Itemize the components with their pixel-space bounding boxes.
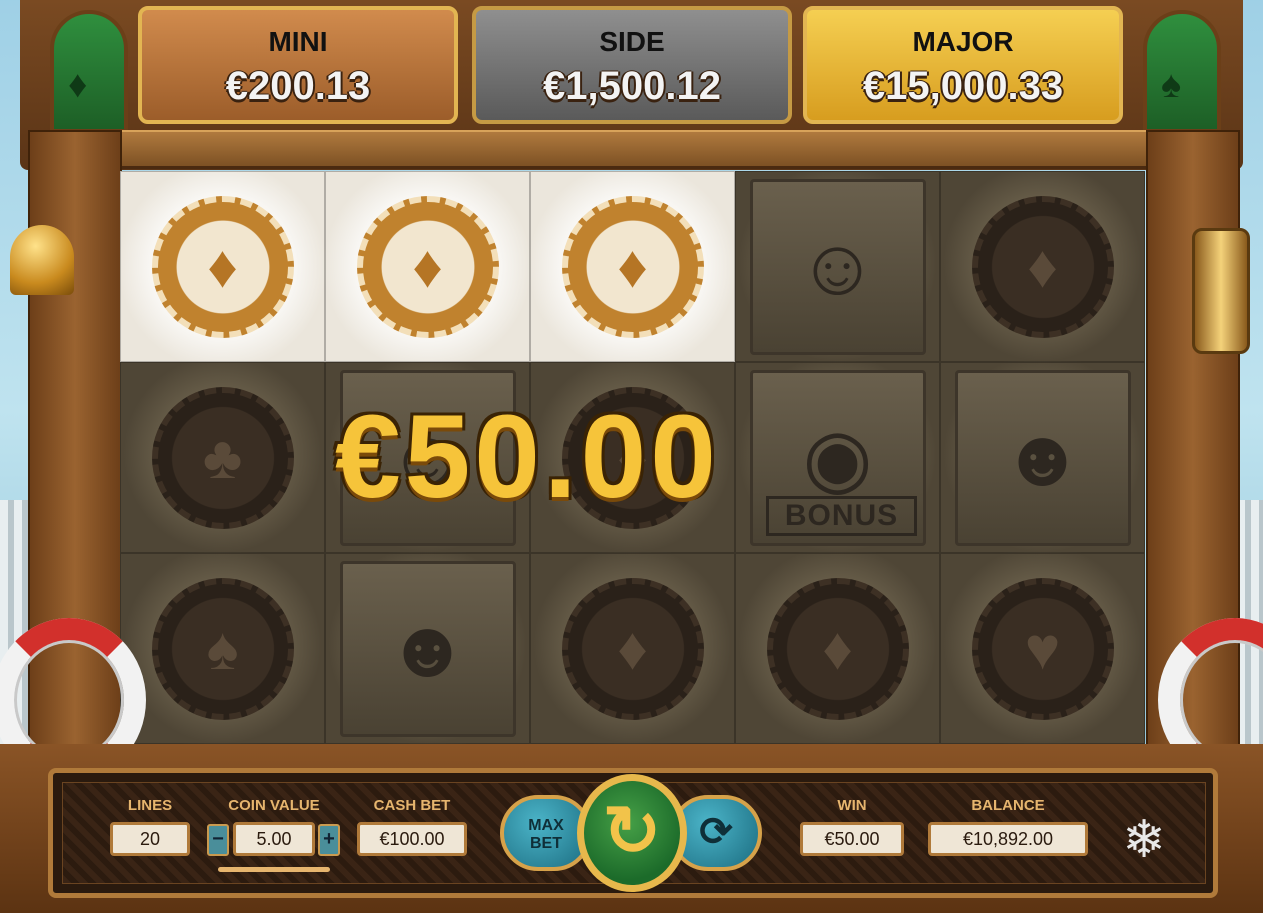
diamond-chip-icon: ♦: [971, 195, 1114, 338]
spin-button[interactable]: ↻: [577, 774, 687, 892]
cash-bet-label: CASH BET: [373, 797, 451, 814]
balance-label: BALANCE: [971, 797, 1045, 814]
lantern-icon: [1192, 228, 1250, 354]
cash-bet-value: €100.00: [357, 822, 467, 856]
diamond-chip-icon: ♦: [561, 195, 704, 338]
diamond-chip-icon: ♦: [766, 577, 909, 720]
reel-cell: ♦: [120, 171, 325, 362]
right-window: ♠: [1143, 10, 1221, 133]
reel-cell: ♠: [120, 553, 325, 744]
jackpot-side-label: SIDE: [599, 26, 665, 57]
win-label: WIN: [837, 797, 867, 814]
gentleman-portrait-icon: ☻: [954, 369, 1131, 546]
jackpot-side-value: €1,500.12: [543, 64, 721, 108]
diamond-chip-icon: ♦: [356, 195, 499, 338]
yggdrasil-logo-icon[interactable]: ❄: [1115, 810, 1173, 870]
autoplay-icon: ⟳: [699, 810, 733, 854]
jackpot-mini: MINI €200.13: [138, 6, 458, 124]
big-win-amount: €50.00: [335, 391, 720, 523]
win-value: €50.00: [800, 822, 904, 856]
diamond-deco-icon: ♦: [68, 64, 88, 106]
reel-cell: ♣: [120, 362, 325, 553]
jackpot-side: SIDE €1,500.12: [472, 6, 792, 124]
reel-cell: ♦: [735, 553, 940, 744]
coin-value-label: COIN VALUE: [228, 797, 320, 814]
coin-value-slider[interactable]: [218, 867, 330, 872]
reel-cell: ♦: [530, 553, 735, 744]
jackpot-major-label: MAJOR: [912, 26, 1014, 57]
balance-value: €10,892.00: [928, 822, 1088, 856]
reel-cell: ☺: [735, 171, 940, 362]
roof-trim: [40, 130, 1223, 169]
lady-portrait-icon: ☺: [749, 178, 926, 355]
gentleman-portrait-icon: ☻: [339, 560, 516, 737]
reel-cell: ☻: [325, 553, 530, 744]
reel-cell: ♦: [530, 171, 735, 362]
reel-cell: ♦: [325, 171, 530, 362]
coin-decrease-button[interactable]: −: [207, 824, 229, 856]
max-bet-line2: BET: [530, 835, 562, 852]
heart-chip-icon: ♥: [971, 577, 1114, 720]
jackpot-mini-value: €200.13: [225, 64, 371, 108]
club-chip-icon: ♣: [151, 386, 294, 529]
jackpot-major-value: €15,000.33: [862, 64, 1064, 108]
diamond-chip-icon: ♦: [561, 577, 704, 720]
jackpot-major: MAJOR €15,000.33: [803, 6, 1123, 124]
lines-value[interactable]: 20: [110, 822, 190, 856]
jackpot-mini-label: MINI: [268, 26, 328, 57]
diamond-chip-icon: ♦: [151, 195, 294, 338]
coin-value-field[interactable]: 5.00: [233, 822, 315, 856]
reel-cell: ☻: [940, 362, 1145, 553]
spade-chip-icon: ♠: [151, 577, 294, 720]
reel-cell: ♥: [940, 553, 1145, 744]
lines-label: LINES: [127, 797, 173, 814]
left-window: ♦: [50, 10, 128, 133]
reel-cell: ♦: [940, 171, 1145, 362]
max-bet-line1: MAX: [528, 817, 564, 834]
refresh-icon: ↻: [602, 792, 662, 870]
coin-increase-button[interactable]: +: [318, 824, 340, 856]
spade-deco-icon: ♠: [1161, 64, 1182, 106]
bell-icon: [10, 225, 74, 295]
